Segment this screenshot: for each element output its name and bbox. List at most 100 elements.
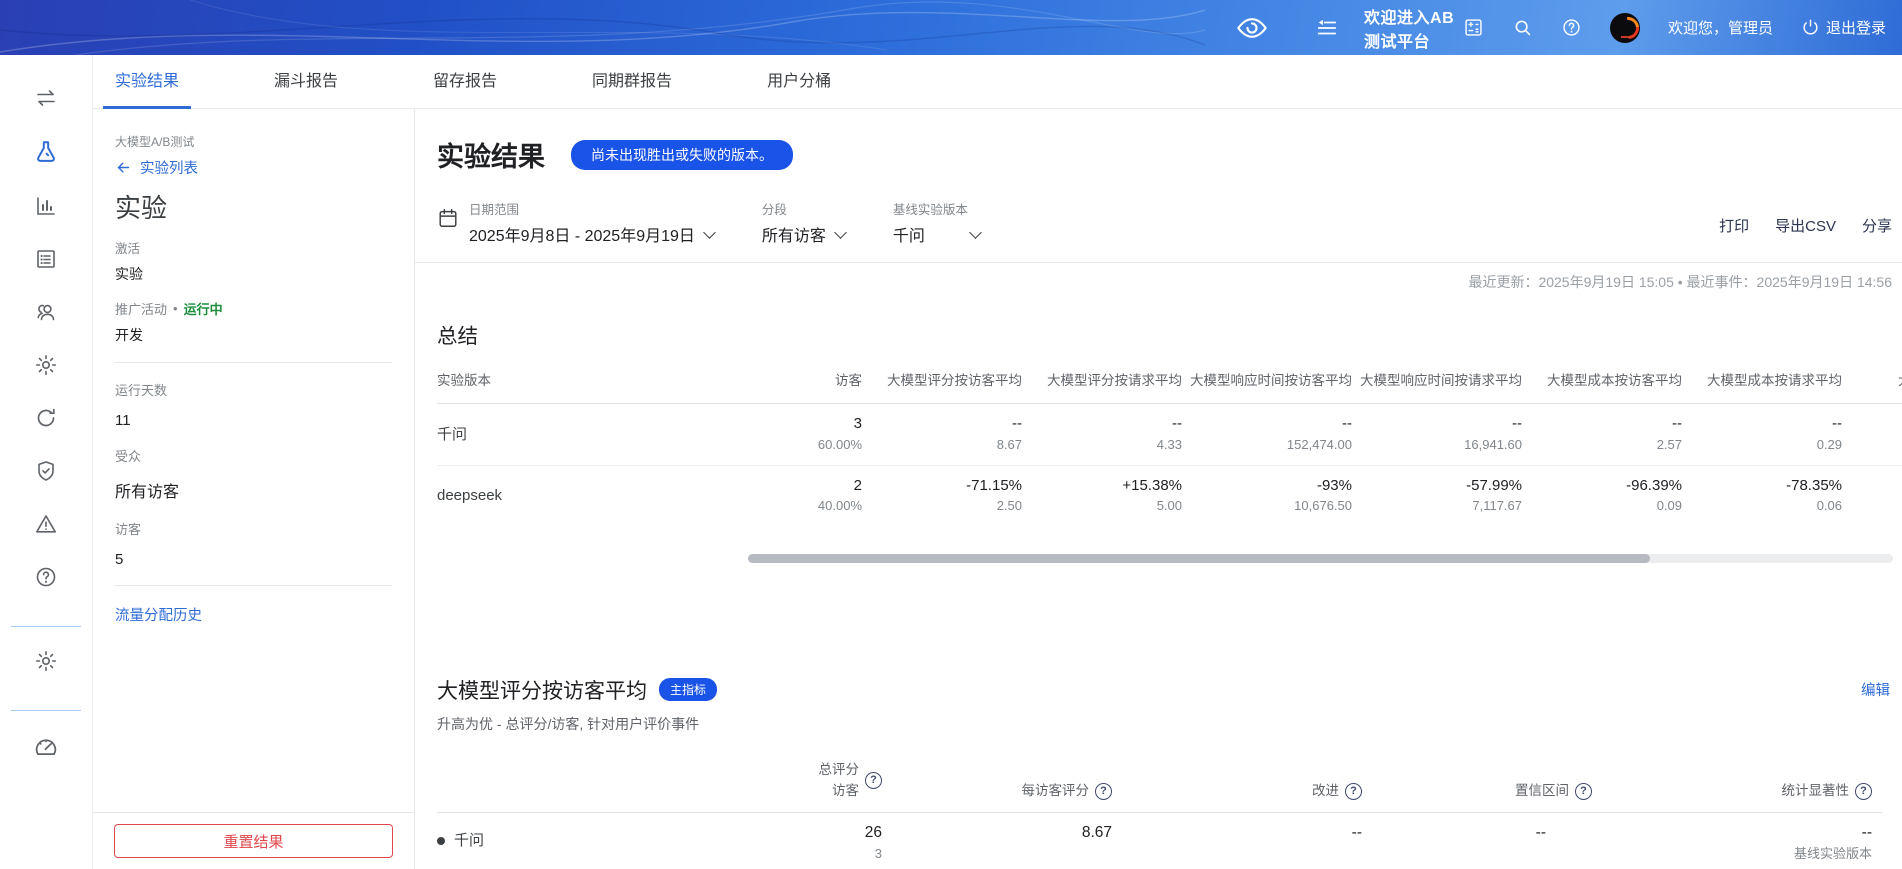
cell-value: -- [1362,821,1592,844]
tab-buckets[interactable]: 用户分桶 [767,55,831,109]
cell-value: +15.38% [1022,475,1182,497]
help-circle-icon[interactable] [34,565,58,589]
cell-value: -- [1022,413,1182,435]
back-link-label: 实验列表 [140,157,198,178]
audience-label: 受众 [115,446,392,465]
question-tooltip-icon[interactable]: ? [865,772,882,789]
swap-arrows-icon[interactable] [34,86,58,110]
table-row-deepseek: deepseek 240.00% -71.15%2.50 +15.38%5.00… [437,465,1902,526]
topbar-right: 欢迎您，管理员 退出登录 [1463,13,1902,43]
cell-subvalue: 7,117.67 [1352,496,1522,516]
days-running-value: 11 [115,412,392,429]
shield-check-icon[interactable] [34,459,58,483]
print-button[interactable]: 打印 [1719,215,1749,236]
back-to-experiments-link[interactable]: 实验列表 [115,157,392,178]
date-range-picker[interactable]: 日期范围 2025年9月8日 - 2025年9月19日 [437,199,714,246]
avatar[interactable] [1610,13,1640,43]
chevron-down-icon [969,226,982,239]
refresh-icon[interactable] [34,406,58,430]
sidebar-divider [11,710,81,711]
users-icon[interactable] [34,300,58,324]
user-greeting[interactable]: 欢迎您，管理员 [1668,17,1773,38]
cell-subvalue: 0.06 [1682,496,1842,516]
series-bullet [437,837,445,845]
calendar-icon [437,207,459,229]
dot-separator: • [173,301,178,316]
back-arrow-icon [115,159,132,176]
sidebar-divider [11,626,81,627]
cell-subvalue: 60.00% [767,435,862,455]
cell-subvalue: 40.00% [767,496,862,516]
share-button[interactable]: 分享 [1862,215,1892,236]
question-tooltip-icon[interactable]: ? [1575,783,1592,800]
topbar-decoration [0,0,1205,55]
results-main: 实验结果 尚未出现胜出或失败的版本。 日期范围 2025年9月8日 - 2025… [415,109,1902,869]
cell-value: -- [1112,821,1362,844]
col-total-score-visitors: 总评分访客 ? [717,754,882,812]
report-list-icon[interactable] [34,247,58,271]
col-cut-off: 大模 [1842,357,1902,404]
question-tooltip-icon[interactable]: ? [1855,783,1872,800]
icon-sidebar [0,55,93,869]
bar-chart-icon[interactable] [34,194,58,218]
segment-value[interactable]: 所有访客 [762,222,845,246]
breadcrumb: 大模型A/B测试 [115,133,392,150]
cell-subvalue: 3 [717,844,882,865]
cell-value: -71.15% [862,475,1022,497]
settings-gear-icon[interactable] [34,649,58,673]
filter-row: 日期范围 2025年9月8日 - 2025年9月19日 分段 所有访客 [437,199,1902,246]
variant-name: 千问 [437,812,717,869]
panel-footer: 重置结果 [93,812,414,869]
primary-metric-badge: 主指标 [659,678,717,701]
eye-logo-icon [1236,12,1268,44]
tab-cohort[interactable]: 同期群报告 [592,55,672,109]
question-tooltip-icon[interactable]: ? [1095,783,1112,800]
summary-header-row: 实验版本 访客 大模型评分按访客平均 大模型评分按请求平均 大模型响应时间按访客… [437,357,1902,404]
page-title: 实验结果 [437,135,545,174]
question-tooltip-icon[interactable]: ? [1345,783,1362,800]
activation-value: 实验 [115,264,392,284]
cell-value: -93% [1182,475,1352,497]
tab-results[interactable]: 实验结果 [115,55,179,109]
cell-value: -- [1352,413,1522,435]
panel-divider [115,585,392,586]
col-cost-per-visitor: 大模型成本按访客平均 [1522,357,1682,404]
reset-results-button[interactable]: 重置结果 [114,824,393,858]
cell-subvalue: 2.57 [1522,435,1682,455]
menu-fold-icon[interactable] [1316,17,1338,39]
segment-select[interactable]: 分段 所有访客 [762,199,845,246]
calculator-icon[interactable] [1463,17,1484,38]
warning-triangle-icon[interactable] [34,512,58,536]
metric-title: 大模型评分按访客平均 [437,675,647,705]
tab-funnel[interactable]: 漏斗报告 [274,55,338,109]
horizontal-scrollbar-track[interactable] [748,554,1893,563]
gauge-icon[interactable] [33,733,59,759]
baseline-value[interactable]: 千问 [893,222,980,246]
logout-button[interactable]: 退出登录 [1801,17,1886,38]
campaign-label: 推广活动 [115,299,167,318]
cell-subvalue: 152,474.00 [1182,435,1352,455]
cell-value: -96.39% [1522,475,1682,497]
cell-subvalue: 0.09 [1522,496,1682,516]
experiment-title: 实验 [115,188,392,225]
section-divider [415,262,1902,263]
cell-value: -78.35% [1682,475,1842,497]
date-range-value[interactable]: 2025年9月8日 - 2025年9月19日 [469,222,714,246]
flask-icon-active[interactable] [33,139,59,165]
search-icon[interactable] [1512,17,1533,38]
segment-label: 分段 [762,199,845,218]
days-running-label: 运行天数 [115,380,392,399]
gear-icon[interactable] [34,353,58,377]
horizontal-scrollbar-thumb[interactable] [748,554,1650,563]
export-csv-button[interactable]: 导出CSV [1775,215,1836,236]
col-visitors: 访客 [767,357,862,404]
traffic-allocation-history-link[interactable]: 流量分配历史 [115,604,202,625]
edit-metric-link[interactable]: 编辑 [1861,679,1902,700]
cell-subvalue: 0.29 [1682,435,1842,455]
col-score-per-request: 大模型评分按请求平均 [1022,357,1182,404]
tab-retention[interactable]: 留存报告 [433,55,497,109]
col-latency-per-visitor: 大模型响应时间按访客平均 [1182,357,1352,404]
cell-subvalue: 5.00 [1022,496,1182,516]
help-icon[interactable] [1561,17,1582,38]
baseline-select[interactable]: 基线实验版本 千问 [893,199,980,246]
